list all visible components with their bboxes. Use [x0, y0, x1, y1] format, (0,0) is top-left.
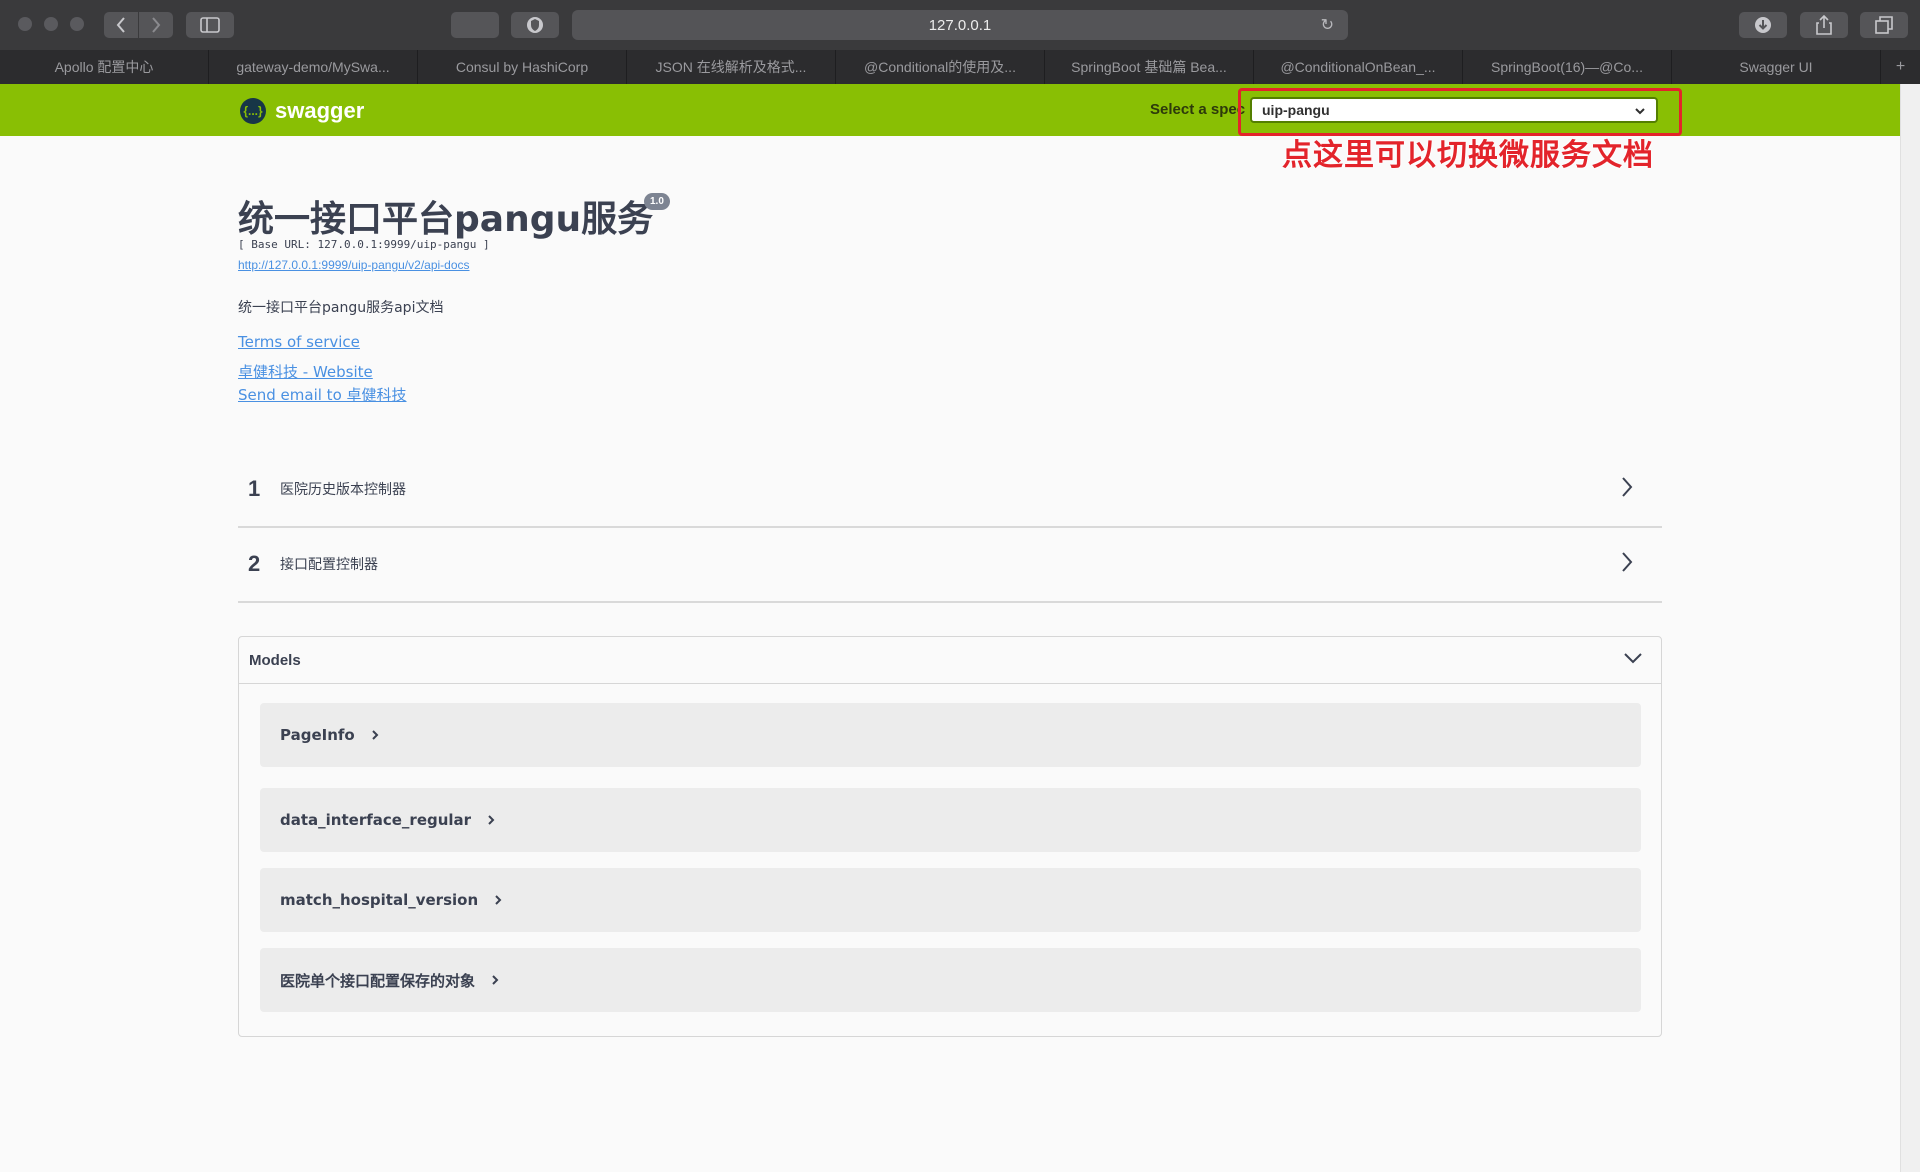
- reload-icon[interactable]: ↻: [1321, 15, 1334, 35]
- spec-select-label: Select a spec: [1150, 101, 1246, 118]
- new-tab-button[interactable]: +: [1881, 50, 1920, 84]
- model-item[interactable]: data_interface_regular: [260, 788, 1641, 852]
- model-item[interactable]: match_hospital_version: [260, 868, 1641, 932]
- chevron-right-icon: [488, 815, 495, 825]
- url-text: 127.0.0.1: [928, 16, 992, 34]
- models-title: Models: [249, 651, 301, 669]
- group-name: 医院历史版本控制器: [280, 482, 406, 498]
- group-number: 2: [248, 551, 261, 576]
- forward-button[interactable]: [139, 12, 173, 38]
- share-icon: [1816, 15, 1832, 35]
- swagger-logo-text: swagger: [275, 98, 365, 123]
- version-badge: 1.0: [644, 193, 670, 210]
- chevron-down-icon[interactable]: [1623, 651, 1643, 665]
- tabs-icon: [1875, 16, 1893, 34]
- privacy-shield-button[interactable]: [511, 12, 559, 38]
- page-title: 统一接口平台pangu服务: [238, 199, 654, 240]
- back-button[interactable]: [104, 12, 138, 38]
- swagger-logo-icon: {...}: [240, 98, 266, 124]
- model-name: match_hospital_version: [280, 891, 479, 909]
- chevron-right-icon: [495, 895, 502, 905]
- chevron-right-icon: [152, 17, 161, 33]
- annotation-text: 点这里可以切换微服务文档: [1282, 138, 1654, 173]
- browser-tab-active[interactable]: Swagger UI: [1672, 50, 1881, 84]
- terms-of-service-link[interactable]: Terms of service: [238, 333, 360, 351]
- operation-group[interactable]: 2 接口配置控制器: [238, 527, 1662, 603]
- close-window-button[interactable]: [18, 17, 32, 31]
- base-url: [ Base URL: 127.0.0.1:9999/uip-pangu ]: [238, 238, 490, 251]
- browser-tab-bar: Apollo 配置中心 gateway-demo/MySwa... Consul…: [0, 50, 1920, 84]
- annotation-highlight-box: [1238, 88, 1682, 136]
- browser-tab[interactable]: SpringBoot 基础篇 Bea...: [1045, 50, 1254, 84]
- sidebar-icon: [200, 17, 220, 33]
- browser-tab[interactable]: @ConditionalOnBean_...: [1254, 50, 1463, 84]
- chevron-right-icon[interactable]: [1620, 551, 1634, 573]
- chevron-left-icon: [116, 17, 125, 33]
- model-item[interactable]: 医院单个接口配置保存的对象: [260, 948, 1641, 1012]
- model-item[interactable]: PageInfo: [260, 703, 1641, 767]
- swagger-logo[interactable]: {...} swagger: [240, 98, 364, 124]
- model-name: data_interface_regular: [280, 811, 472, 829]
- blank-toolbar-button[interactable]: [451, 12, 499, 38]
- browser-tab[interactable]: @Conditional的使用及...: [836, 50, 1045, 84]
- chevron-right-icon: [492, 975, 499, 985]
- browser-tab[interactable]: Consul by HashiCorp: [418, 50, 627, 84]
- chevron-right-icon: [372, 730, 379, 740]
- api-description: 统一接口平台pangu服务api文档: [238, 300, 444, 316]
- model-name: 医院单个接口配置保存的对象: [280, 971, 476, 990]
- browser-tab[interactable]: JSON 在线解析及格式...: [627, 50, 836, 84]
- contact-email-link[interactable]: Send email to 卓健科技: [238, 384, 407, 405]
- models-section: Models PageInfo data_interface_regular m…: [238, 636, 1662, 1037]
- browser-titlebar: 127.0.0.1 ↻: [0, 0, 1920, 51]
- downloads-button[interactable]: [1739, 12, 1787, 38]
- group-name: 接口配置控制器: [280, 557, 378, 573]
- page-scrollbar[interactable]: [1900, 84, 1920, 1172]
- browser-tab[interactable]: gateway-demo/MySwa...: [209, 50, 418, 84]
- api-docs-link[interactable]: http://127.0.0.1:9999/uip-pangu/v2/api-d…: [238, 258, 470, 272]
- website-link[interactable]: 卓健科技 - Website: [238, 361, 373, 382]
- share-button[interactable]: [1800, 12, 1848, 38]
- download-icon: [1755, 17, 1771, 33]
- address-bar[interactable]: 127.0.0.1 ↻: [572, 10, 1348, 40]
- operation-group[interactable]: 1 医院历史版本控制器: [238, 452, 1662, 528]
- minimize-window-button[interactable]: [44, 17, 58, 31]
- sidebar-toggle-button[interactable]: [186, 12, 234, 38]
- group-number: 1: [248, 476, 261, 501]
- shield-icon: [527, 17, 543, 33]
- model-name: PageInfo: [280, 726, 355, 744]
- chevron-right-icon[interactable]: [1620, 476, 1634, 498]
- tab-overview-button[interactable]: [1860, 12, 1908, 38]
- browser-tab[interactable]: SpringBoot(16)—@Co...: [1463, 50, 1672, 84]
- browser-tab[interactable]: Apollo 配置中心: [0, 50, 209, 84]
- zoom-window-button[interactable]: [70, 17, 84, 31]
- models-header[interactable]: Models: [239, 637, 1661, 684]
